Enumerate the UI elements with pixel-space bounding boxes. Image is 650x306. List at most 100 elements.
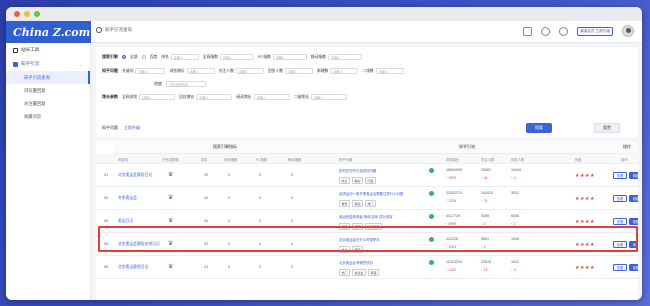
row-keyword-link[interactable]: 奥运日记 <box>118 219 133 224</box>
field-label: 二级增长 <box>293 94 309 99</box>
total-views-input[interactable]: 请输入 <box>139 94 176 100</box>
upgrade-link[interactable]: 立即升级 <box>124 125 140 131</box>
row-answers-delta: ↑ 1 <box>511 222 516 226</box>
sidebar-item-views[interactable]: 浏览量回复 <box>6 84 90 97</box>
row-keyword-link[interactable]: 北京奥运赛程日记 <box>118 265 148 270</box>
row-answers: 1022 <box>511 260 519 264</box>
view-button[interactable]: 查看 <box>613 195 627 202</box>
sidebar-group-tools[interactable]: 站长工具 <box>6 43 90 57</box>
favorite-button[interactable]: 收藏 <box>629 195 638 202</box>
row-views-delta: ↑ 2933 <box>446 176 457 180</box>
row-heat-stars: ★★★★ <box>575 242 595 248</box>
view-button[interactable]: 查看 <box>613 241 627 248</box>
breadcrumb-text: 知乎引流查询 <box>105 27 132 32</box>
avatar[interactable] <box>622 25 634 37</box>
favorite-button[interactable]: 收藏 <box>629 172 638 179</box>
column-header[interactable]: 浏览增长 <box>446 157 459 162</box>
sidebar-item-follows[interactable]: 关注量回复 <box>6 97 90 110</box>
view-button[interactable]: 查看 <box>613 172 627 179</box>
filter-row-heat: 热度 下拉选项内容 <box>102 79 632 89</box>
row-question-link[interactable]: 高清运动一般冬季奥运会需要注意什么问题 <box>339 191 403 196</box>
reply-growth-input[interactable]: 请输入 <box>196 94 233 100</box>
row-answers-delta: ↑ 3 <box>511 268 516 272</box>
row-pc-index: 0 <box>259 196 262 200</box>
row-keyword-link[interactable]: 北京奥运会赛程日记 <box>118 173 152 178</box>
keyword-input[interactable]: 请输入 <box>135 68 166 74</box>
radio-baidu[interactable] <box>141 55 146 59</box>
sidebar-item-favorites[interactable]: 收藏问答 <box>6 110 90 123</box>
row-views: 11224234 <box>446 260 462 264</box>
filter-label: 知乎问题 <box>102 68 118 73</box>
filter-label: 增长参数 <box>102 94 118 99</box>
column-header[interactable]: 全网指数 <box>224 157 237 162</box>
sidebar-item-zhihu-query[interactable]: 知乎引流查询 <box>6 71 90 84</box>
second-growth-input[interactable]: 请输入 <box>310 94 347 100</box>
row-question-link[interactable]: 如何在知乎中找到好问题 <box>339 168 376 173</box>
answer-count-input[interactable]: 请输入 <box>284 68 313 74</box>
chevron-down-icon: ⌄ <box>78 61 82 67</box>
bell-icon[interactable] <box>541 26 551 36</box>
favorite-button[interactable]: 收藏 <box>629 241 638 248</box>
second-count-input[interactable]: 请输入 <box>375 68 404 74</box>
close-window-button[interactable] <box>14 11 20 17</box>
column-header: 已完成数据 <box>162 158 179 162</box>
zhihu-question-link[interactable]: 知乎问题 <box>102 125 118 131</box>
radio-all[interactable] <box>122 55 126 59</box>
minimize-window-button[interactable] <box>24 11 30 17</box>
field-label: 回答人数 <box>267 68 283 73</box>
logo-area[interactable]: China Z.com <box>6 21 91 43</box>
read-growth-input[interactable]: 请输入 <box>253 94 290 100</box>
row-views-delta: ↑ 4332 <box>446 268 457 272</box>
new-count-input[interactable]: 请输入 <box>330 68 359 74</box>
column-header[interactable]: PC指数 <box>256 157 267 162</box>
row-question-link[interactable]: 北京奥运会有哪些项目 <box>339 260 373 265</box>
row-pc-index: 0 <box>259 219 262 223</box>
pc-index-input[interactable]: 请输入 <box>272 54 307 60</box>
zhihu-icon <box>429 168 434 173</box>
total-index-input[interactable]: 请输入 <box>219 54 254 60</box>
rank-input[interactable]: 请输入 <box>170 54 199 60</box>
view-growth-input[interactable]: 请输入 <box>186 68 215 74</box>
favorite-button[interactable]: 收藏 <box>629 218 638 225</box>
row-question-link[interactable]: 奥运首金获得者 杨倩 如何 成为冠军 <box>339 214 393 219</box>
app-header: China Z.com 知乎引流查询 最高会员 立即升级 <box>6 21 642 43</box>
row-views: 18604053 <box>446 168 462 172</box>
mobile-index-input[interactable]: 请输入 <box>328 54 363 60</box>
results-table: 序号 搜索引擎指标 知乎引流 操作 关键词 已完成数据 排名 全网指数 PC指数… <box>96 141 638 300</box>
row-follows-delta: ↑ 2 <box>481 222 486 226</box>
column-header[interactable]: 排名 <box>201 157 208 162</box>
message-icon[interactable] <box>559 26 569 36</box>
screen-icon[interactable] <box>523 26 533 36</box>
column-header[interactable]: 回答人数 <box>511 157 524 162</box>
row-follows: 3891 <box>481 237 489 241</box>
field-label: 排名 <box>161 54 169 59</box>
field-label: 全网指数 <box>202 54 218 59</box>
column-header[interactable]: 移动指数 <box>288 157 301 162</box>
tag: 精选 <box>352 200 364 207</box>
maximize-window-button[interactable] <box>34 11 40 17</box>
tag: 奥运 <box>339 223 351 230</box>
field-label: 关注人数 <box>218 68 234 73</box>
row-mobile-index: 0 <box>291 173 294 177</box>
row-seq: 02 <box>104 196 109 200</box>
row-rank: 44 <box>204 196 209 200</box>
row-answers: 3021 <box>511 191 519 195</box>
sidebar-group-zhihu[interactable]: 知乎引流 ⌄ <box>6 57 90 71</box>
column-header[interactable]: 关注人数 <box>481 157 494 162</box>
favorite-button[interactable]: 收藏 <box>629 264 638 271</box>
view-button[interactable]: 查看 <box>613 264 627 271</box>
row-question-link[interactable]: 北京奥运会在什么时候举办 <box>339 237 380 242</box>
follow-count-input[interactable]: 请输入 <box>235 68 264 74</box>
row-keyword-link[interactable]: 冬季奥运会 <box>118 196 137 201</box>
row-seq: 04 <box>104 242 109 246</box>
vip-upgrade-tag[interactable]: 最高会员 立即升级 <box>577 26 613 36</box>
search-button[interactable]: 搜索 <box>526 123 552 133</box>
row-follows-delta: ↑ 13 <box>481 268 488 272</box>
crown-icon: ♛ <box>168 264 174 270</box>
view-button[interactable]: 查看 <box>613 218 627 225</box>
sidebar-group-label: 知乎引流 <box>21 61 40 66</box>
heat-select[interactable]: 下拉选项内容 <box>166 81 206 87</box>
row-keyword-link[interactable]: 北京奥运会赛程安排日记 <box>118 242 160 247</box>
table-row: 04 北京奥运会赛程安排日记 ♛ 53 0 0 0 北京奥运会在什么时候举办 奥… <box>96 233 638 256</box>
reset-button[interactable]: 重置 <box>594 123 620 133</box>
